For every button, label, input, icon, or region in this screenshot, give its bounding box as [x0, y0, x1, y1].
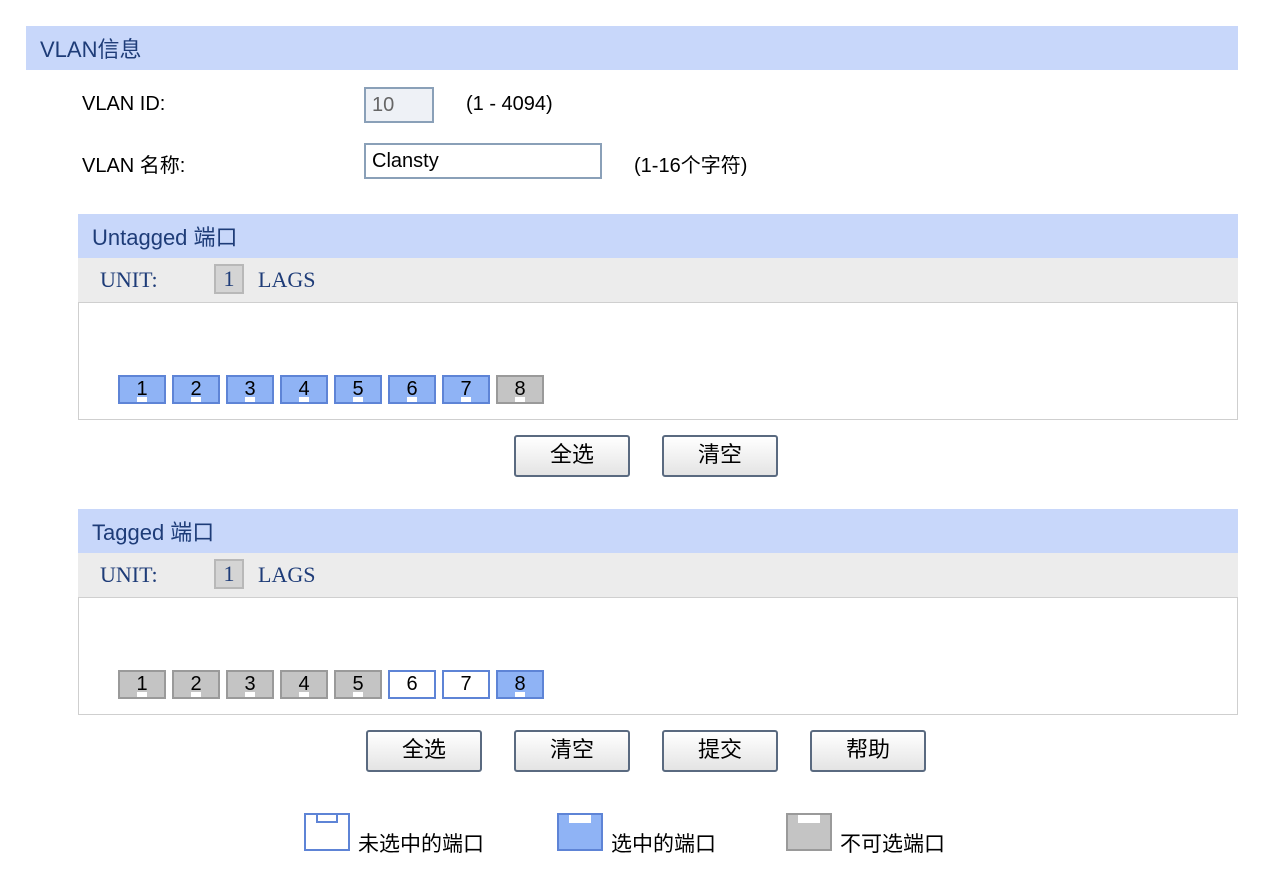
untagged-header: Untagged 端口	[78, 214, 1238, 258]
port-plug-icon	[299, 692, 309, 697]
vlan-name-value: Clansty	[372, 149, 439, 172]
port-plug-icon	[191, 692, 201, 697]
untagged-port-list: 12345678	[118, 375, 544, 404]
tagged-port-panel: 12345 6 7 8	[78, 597, 1238, 715]
tagged-port-list: 12345 6 7 8	[118, 670, 544, 699]
untagged-title: Untagged 端口	[92, 225, 238, 250]
port-plug-icon	[353, 397, 363, 402]
vlan-name-hint: (1-16个字符)	[634, 155, 748, 177]
tagged-port-3: 3	[226, 670, 274, 699]
vlan-id-value: 10	[372, 93, 395, 116]
port-plug-icon	[353, 692, 363, 697]
untagged-unit-selector[interactable]: 1	[214, 264, 244, 294]
untagged-lags-link[interactable]: LAGS	[258, 267, 315, 293]
port-plug-icon	[137, 692, 147, 697]
legend-disabled-label: 不可选端口	[840, 832, 945, 856]
port-plug-icon	[245, 397, 255, 402]
untagged-port-2[interactable]: 2	[172, 375, 220, 404]
tagged-header: Tagged 端口	[78, 509, 1238, 553]
untagged-unit-label: UNIT:	[100, 267, 158, 292]
port-number: 6	[406, 673, 418, 695]
port-number: 7	[460, 673, 472, 695]
tagged-unit-selector[interactable]: 1	[214, 559, 244, 589]
port-plug-icon	[515, 397, 525, 402]
vlan-id-label: VLAN ID:	[82, 93, 166, 115]
untagged-port-6[interactable]: 6	[388, 375, 436, 404]
port-plug-icon	[461, 397, 471, 402]
untagged-port-panel: 12345678	[78, 302, 1238, 420]
tagged-port-5: 5	[334, 670, 382, 699]
vlan-id-input[interactable]: 10	[364, 87, 434, 123]
untagged-port-1[interactable]: 1	[118, 375, 166, 404]
tagged-port-8[interactable]: 8	[496, 670, 544, 699]
vlan-name-label: VLAN 名称:	[82, 155, 186, 177]
port-plug-icon	[245, 692, 255, 697]
untagged-select-all-button[interactable]: 全选	[514, 435, 630, 477]
tagged-port-4: 4	[280, 670, 328, 699]
tagged-clear-button[interactable]: 清空	[514, 730, 630, 772]
tagged-unit-label: UNIT:	[100, 562, 158, 587]
port-plug-icon	[137, 397, 147, 402]
vlan-info-title: VLAN信息	[40, 37, 142, 62]
vlan-name-input[interactable]: Clansty	[364, 143, 602, 179]
untagged-clear-button[interactable]: 清空	[662, 435, 778, 477]
untagged-port-7[interactable]: 7	[442, 375, 490, 404]
selected-port-icon	[557, 813, 603, 851]
tagged-port-2: 2	[172, 670, 220, 699]
untagged-port-5[interactable]: 5	[334, 375, 382, 404]
port-plug-icon	[191, 397, 201, 402]
submit-button[interactable]: 提交	[662, 730, 778, 772]
tagged-lags-link[interactable]: LAGS	[258, 562, 315, 588]
untagged-port-3[interactable]: 3	[226, 375, 274, 404]
tagged-port-7[interactable]: 7	[442, 670, 490, 699]
port-plug-icon	[407, 397, 417, 402]
legend-selected-label: 选中的端口	[611, 832, 716, 856]
untagged-port-4[interactable]: 4	[280, 375, 328, 404]
tagged-title: Tagged 端口	[92, 520, 215, 545]
tagged-port-6[interactable]: 6	[388, 670, 436, 699]
tagged-unit-bar: UNIT: 1 LAGS	[78, 553, 1238, 597]
untagged-port-8: 8	[496, 375, 544, 404]
vlan-id-hint: (1 - 4094)	[466, 93, 553, 115]
port-plug-icon	[299, 397, 309, 402]
tagged-port-1: 1	[118, 670, 166, 699]
port-plug-icon	[515, 692, 525, 697]
disabled-port-icon	[786, 813, 832, 851]
legend-unselected-label: 未选中的端口	[358, 832, 484, 856]
tagged-select-all-button[interactable]: 全选	[366, 730, 482, 772]
unselected-port-icon	[304, 813, 350, 851]
help-button[interactable]: 帮助	[810, 730, 926, 772]
vlan-info-header: VLAN信息	[26, 26, 1238, 70]
untagged-unit-bar: UNIT: 1 LAGS	[78, 258, 1238, 302]
